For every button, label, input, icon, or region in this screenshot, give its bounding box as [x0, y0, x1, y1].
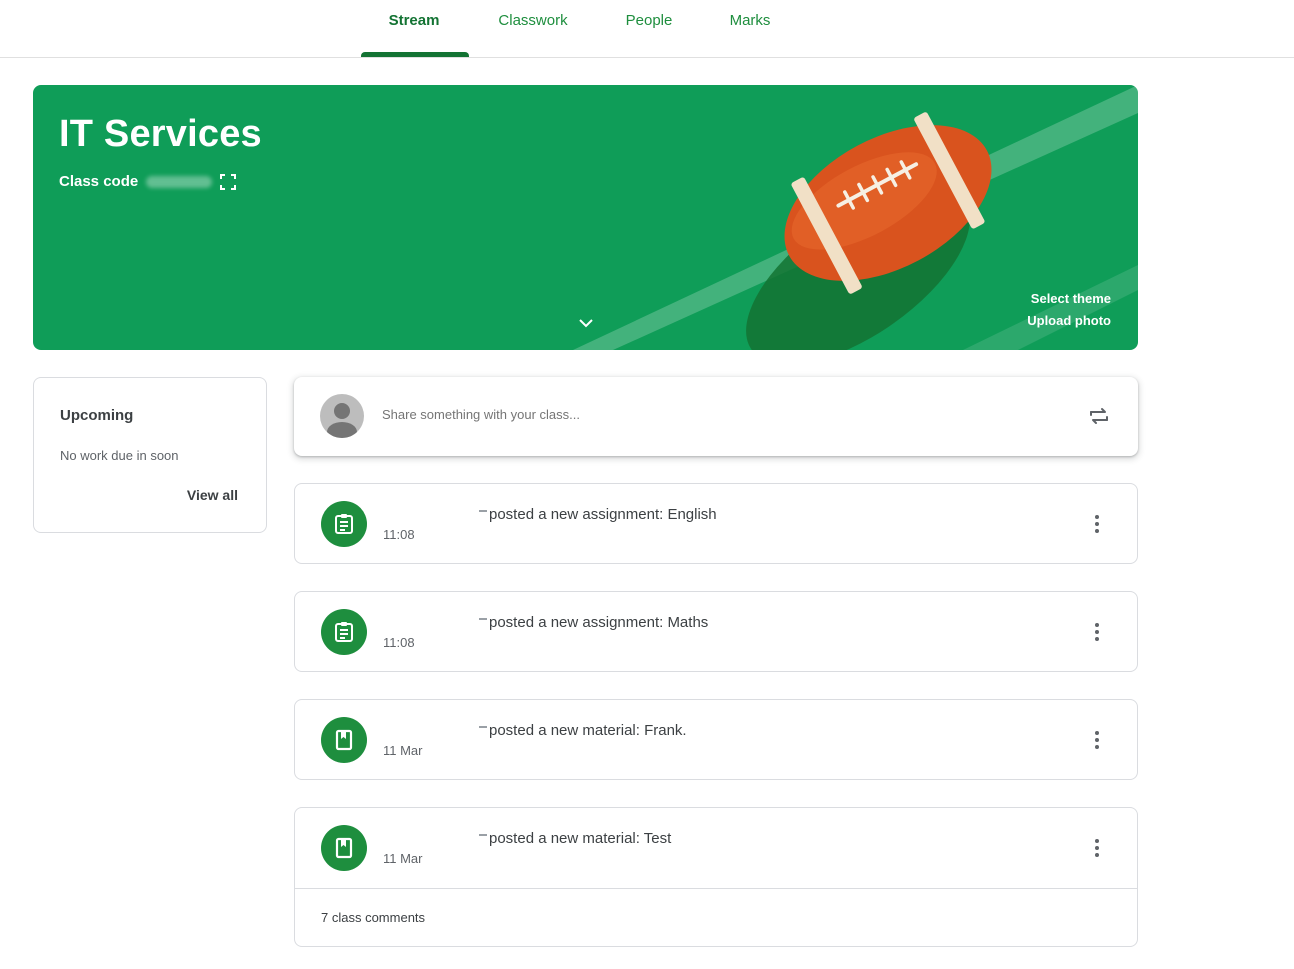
assignment-icon [321, 501, 367, 547]
chevron-down-icon[interactable] [577, 314, 595, 332]
avatar [320, 394, 364, 438]
author-redacted [479, 618, 487, 620]
assignment-icon [321, 609, 367, 655]
post-time: 11 Mar [383, 743, 423, 758]
post-time: 11:08 [383, 527, 415, 542]
class-title: IT Services [59, 113, 262, 155]
upcoming-status: No work due in soon [60, 448, 179, 463]
top-navigation: Stream Classwork People Marks [0, 0, 1294, 58]
more-options-icon[interactable] [1087, 729, 1107, 751]
upload-photo-link[interactable]: Upload photo [1027, 313, 1111, 328]
post-time: 11 Mar [383, 851, 423, 866]
class-comments-link[interactable]: 7 class comments [321, 910, 425, 925]
select-theme-link[interactable]: Select theme [1031, 291, 1111, 306]
class-code-value-redacted [146, 175, 213, 188]
author-redacted [479, 510, 487, 512]
tab-people[interactable]: People [611, 12, 687, 32]
post-title: posted a new material: Test [489, 830, 672, 847]
divider [295, 888, 1137, 889]
upcoming-title: Upcoming [60, 407, 134, 424]
class-code-label: Class code [59, 173, 139, 190]
stream-post[interactable]: posted a new material: Test 11 Mar 7 cla… [294, 807, 1138, 947]
material-icon [321, 825, 367, 871]
more-options-icon[interactable] [1087, 837, 1107, 859]
more-options-icon[interactable] [1087, 513, 1107, 535]
post-title: posted a new assignment: English [489, 506, 717, 523]
share-input[interactable] [382, 407, 982, 422]
material-icon [321, 717, 367, 763]
author-redacted [479, 834, 487, 836]
tab-classwork[interactable]: Classwork [483, 12, 583, 32]
stream-post[interactable]: posted a new assignment: English 11:08 [294, 483, 1138, 564]
tab-stream[interactable]: Stream [374, 12, 454, 32]
view-all-button[interactable]: View all [187, 487, 238, 503]
upcoming-card: Upcoming No work due in soon View all [33, 377, 267, 533]
more-options-icon[interactable] [1087, 621, 1107, 643]
stream-post[interactable]: posted a new assignment: Maths 11:08 [294, 591, 1138, 672]
author-redacted [479, 726, 487, 728]
post-time: 11:08 [383, 635, 415, 650]
active-tab-indicator [361, 52, 469, 57]
repost-icon[interactable] [1086, 403, 1112, 429]
person-icon [327, 403, 357, 438]
post-title: posted a new material: Frank. [489, 722, 687, 739]
tab-marks[interactable]: Marks [715, 12, 785, 32]
stream-post[interactable]: posted a new material: Frank. 11 Mar [294, 699, 1138, 780]
fullscreen-icon[interactable] [220, 173, 237, 190]
post-title: posted a new assignment: Maths [489, 614, 709, 631]
share-box[interactable] [294, 377, 1138, 456]
class-banner: IT Services Class code Select theme Uplo… [33, 85, 1138, 350]
class-code: Class code [59, 173, 237, 190]
